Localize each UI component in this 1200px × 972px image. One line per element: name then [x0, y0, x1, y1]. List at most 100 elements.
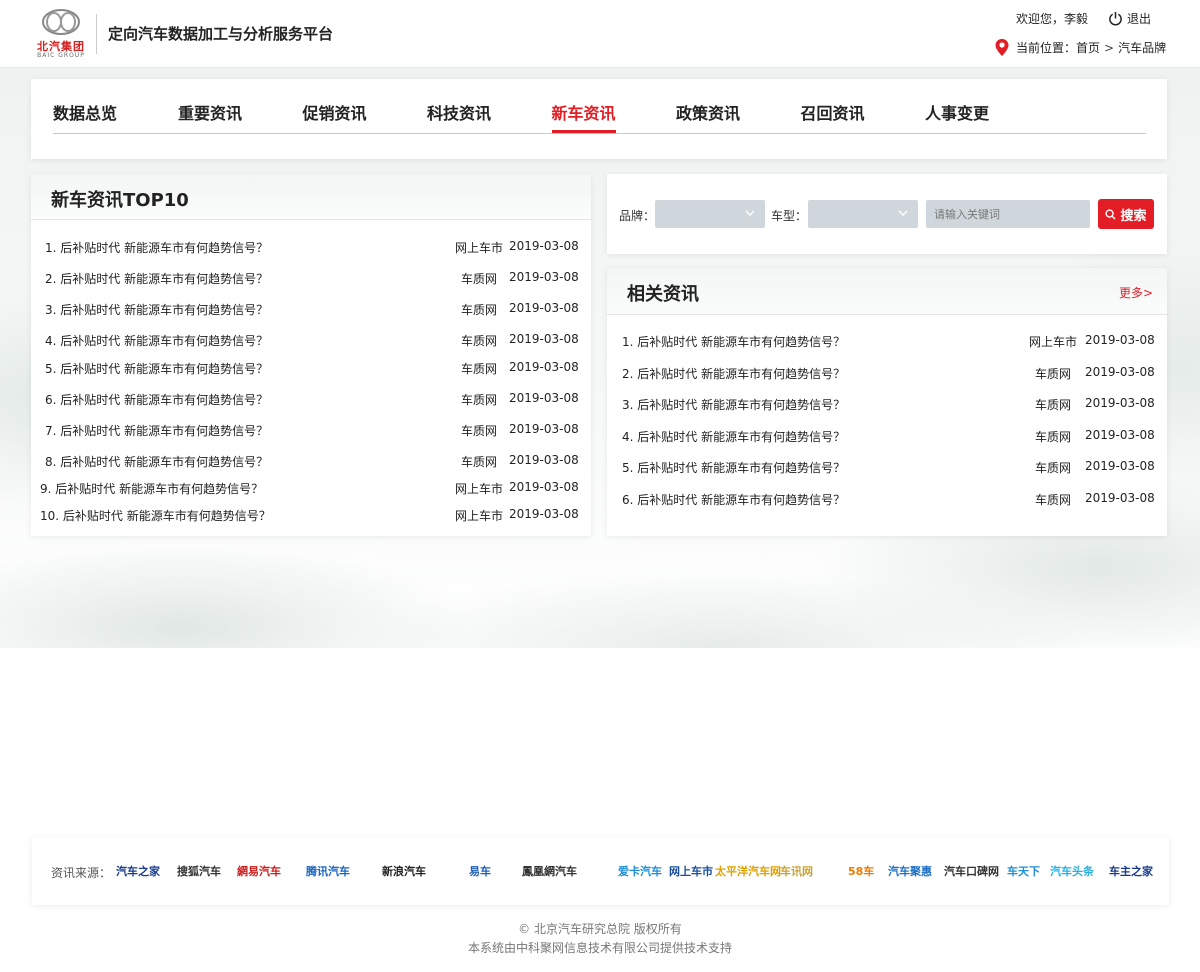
source-logo[interactable]: 鳳凰網汽车 — [522, 861, 577, 881]
news-source: 车质网 — [460, 272, 497, 286]
news-date: 2019-03-08 — [509, 422, 579, 436]
site-header: 北汽集团 BAIC GROUP 定向汽车数据加工与分析服务平台 欢迎您，李毅 退… — [0, 0, 1200, 68]
news-date: 2019-03-08 — [1085, 396, 1155, 410]
breadcrumb-home[interactable]: 首页 — [1076, 41, 1100, 55]
news-date: 2019-03-08 — [1085, 491, 1155, 505]
news-date: 2019-03-08 — [1085, 333, 1155, 347]
news-item[interactable]: 2. 后补贴时代 新能源车市有何趋势信号？ 车质网 2019-03-08 — [607, 365, 1167, 383]
news-title[interactable]: 1. 后补贴时代 新能源车市有何趋势信号？ — [45, 239, 268, 256]
tab-new-car-news[interactable]: 新车资讯 — [551, 101, 677, 134]
keyword-input[interactable] — [926, 200, 1090, 228]
location-label: 当前位置： — [1016, 41, 1077, 55]
news-title[interactable]: 5. 后补贴时代 新能源车市有何趋势信号？ — [45, 360, 268, 377]
search-icon — [1105, 208, 1117, 220]
welcome-text: 欢迎您，李毅 — [1016, 12, 1089, 26]
news-item[interactable]: 10. 后补贴时代 新能源车市有何趋势信号？ 网上车市 2019-03-08 — [31, 507, 591, 525]
tab-tech-news[interactable]: 科技资讯 — [427, 101, 552, 134]
news-source: 车质网 — [460, 393, 497, 407]
related-title: 相关资讯 — [627, 284, 699, 305]
news-item[interactable]: 1. 后补贴时代 新能源车市有何趋势信号？ 网上车市 2019-03-08 — [31, 239, 591, 257]
news-source: 网上车市 — [454, 482, 503, 496]
tab-data-overview[interactable]: 数据总览 — [53, 101, 178, 134]
tab-promotion-news[interactable]: 促销资讯 — [303, 101, 428, 134]
news-date: 2019-03-08 — [509, 239, 579, 253]
news-item[interactable]: 4. 后补贴时代 新能源车市有何趋势信号？ 车质网 2019-03-08 — [607, 428, 1167, 446]
source-logo[interactable]: 太平洋汽车网 — [715, 861, 781, 881]
news-item[interactable]: 5. 后补贴时代 新能源车市有何趋势信号？ 车质网 2019-03-08 — [31, 360, 591, 378]
news-date: 2019-03-08 — [1085, 428, 1155, 442]
source-logo[interactable]: 58车 — [848, 861, 874, 881]
logout-button[interactable]: 退出 — [1108, 10, 1151, 27]
news-item[interactable]: 4. 后补贴时代 新能源车市有何趋势信号？ 车质网 2019-03-08 — [31, 332, 591, 350]
related-panel: 相关资讯 更多> 1. 后补贴时代 新能源车市有何趋势信号？ 网上车市 2019-0… — [607, 268, 1167, 536]
source-logo[interactable]: 腾讯汽车 — [306, 861, 350, 881]
tab-policy-news[interactable]: 政策资讯 — [676, 101, 801, 134]
news-title[interactable]: 3. 后补贴时代 新能源车市有何趋势信号？ — [622, 396, 845, 413]
copyright-text: © 北京汽车研究总院 版权所有 — [518, 922, 682, 936]
news-item[interactable]: 6. 后补贴时代 新能源车市有何趋势信号？ 车质网 2019-03-08 — [31, 391, 591, 409]
news-source: 车质网 — [460, 424, 497, 438]
news-item[interactable]: 3. 后补贴时代 新能源车市有何趋势信号？ 车质网 2019-03-08 — [607, 396, 1167, 414]
baic-logo[interactable]: 北汽集团 BAIC GROUP — [34, 8, 88, 60]
news-source: 车质网 — [1034, 493, 1071, 507]
source-logo[interactable]: 车天下 — [1007, 861, 1040, 881]
platform-title: 定向汽车数据加工与分析服务平台 — [108, 25, 334, 43]
news-title[interactable]: 9. 后补贴时代 新能源车市有何趋势信号？ — [40, 480, 263, 497]
source-logo[interactable]: 车讯网 — [780, 861, 813, 881]
news-item[interactable]: 7. 后补贴时代 新能源车市有何趋势信号？ 车质网 2019-03-08 — [31, 422, 591, 440]
source-logo[interactable]: 汽车头条 — [1050, 861, 1094, 881]
model-select[interactable] — [808, 200, 918, 228]
news-title[interactable]: 7. 后补贴时代 新能源车市有何趋势信号？ — [45, 422, 268, 439]
news-item[interactable]: 5. 后补贴时代 新能源车市有何趋势信号？ 车质网 2019-03-08 — [607, 459, 1167, 477]
chevron-down-icon — [898, 210, 908, 217]
logout-label: 退出 — [1127, 12, 1152, 26]
news-item[interactable]: 6. 后补贴时代 新能源车市有何趋势信号？ 车质网 2019-03-08 — [607, 491, 1167, 509]
news-title[interactable]: 2. 后补贴时代 新能源车市有何趋势信号？ — [45, 270, 268, 287]
search-button[interactable]: 搜索 — [1098, 199, 1154, 229]
source-logo[interactable]: 车主之家 — [1109, 861, 1153, 881]
tab-recall-news[interactable]: 召回资讯 — [801, 101, 926, 134]
news-item[interactable]: 9. 后补贴时代 新能源车市有何趋势信号？ 网上车市 2019-03-08 — [31, 480, 591, 498]
tab-important-news[interactable]: 重要资讯 — [178, 101, 303, 134]
news-title[interactable]: 2. 后补贴时代 新能源车市有何趋势信号？ — [622, 365, 845, 382]
source-logo[interactable]: 網易汽车 — [237, 861, 281, 881]
news-title[interactable]: 5. 后补贴时代 新能源车市有何趋势信号？ — [622, 459, 845, 476]
baic-emblem-icon — [42, 9, 80, 35]
top10-title: 新车资讯TOP10 — [51, 190, 189, 211]
news-date: 2019-03-08 — [509, 453, 579, 467]
search-panel: 品牌： 车型： 搜索 — [607, 174, 1167, 254]
header-divider — [96, 14, 97, 54]
news-title[interactable]: 1. 后补贴时代 新能源车市有何趋势信号？ — [622, 333, 845, 350]
more-link[interactable]: 更多> — [1119, 284, 1153, 301]
news-item[interactable]: 3. 后补贴时代 新能源车市有何趋势信号？ 车质网 2019-03-08 — [31, 301, 591, 319]
source-logo[interactable]: 易车 — [469, 861, 491, 881]
news-source: 车质网 — [1034, 461, 1071, 475]
source-logo[interactable]: 网上车市 — [669, 861, 713, 881]
news-title[interactable]: 6. 后补贴时代 新能源车市有何趋势信号？ — [622, 491, 845, 508]
source-logo[interactable]: 搜狐汽车 — [177, 861, 221, 881]
news-source: 网上车市 — [1028, 335, 1077, 349]
source-logo[interactable]: 汽车口碑网 — [944, 861, 999, 881]
breadcrumb-current[interactable]: 汽车品牌 — [1118, 41, 1166, 55]
news-title[interactable]: 3. 后补贴时代 新能源车市有何趋势信号？ — [45, 301, 268, 318]
news-source: 车质网 — [460, 303, 497, 317]
brand-select[interactable] — [655, 200, 765, 228]
source-logo[interactable]: 爱卡汽车 — [618, 861, 662, 881]
source-logo[interactable]: 汽车聚惠 — [888, 861, 932, 881]
news-item[interactable]: 1. 后补贴时代 新能源车市有何趋势信号？ 网上车市 2019-03-08 — [607, 333, 1167, 351]
news-title[interactable]: 4. 后补贴时代 新能源车市有何趋势信号？ — [45, 332, 268, 349]
source-logo[interactable]: 新浪汽车 — [382, 861, 426, 881]
source-logo[interactable]: 汽车之家 — [116, 861, 160, 881]
news-title[interactable]: 6. 后补贴时代 新能源车市有何趋势信号？ — [45, 391, 268, 408]
news-item[interactable]: 8. 后补贴时代 新能源车市有何趋势信号？ 车质网 2019-03-08 — [31, 453, 591, 471]
news-title[interactable]: 10. 后补贴时代 新能源车市有何趋势信号？ — [40, 507, 271, 524]
news-title[interactable]: 4. 后补贴时代 新能源车市有何趋势信号？ — [622, 428, 845, 445]
news-date: 2019-03-08 — [509, 480, 579, 494]
tab-personnel-changes[interactable]: 人事变更 — [925, 101, 1050, 134]
news-source: 车质网 — [1034, 367, 1071, 381]
news-title[interactable]: 8. 后补贴时代 新能源车市有何趋势信号？ — [45, 453, 268, 470]
chevron-down-icon — [745, 210, 755, 217]
news-source: 车质网 — [460, 362, 497, 376]
news-item[interactable]: 2. 后补贴时代 新能源车市有何趋势信号？ 车质网 2019-03-08 — [31, 270, 591, 288]
power-icon — [1109, 11, 1122, 26]
